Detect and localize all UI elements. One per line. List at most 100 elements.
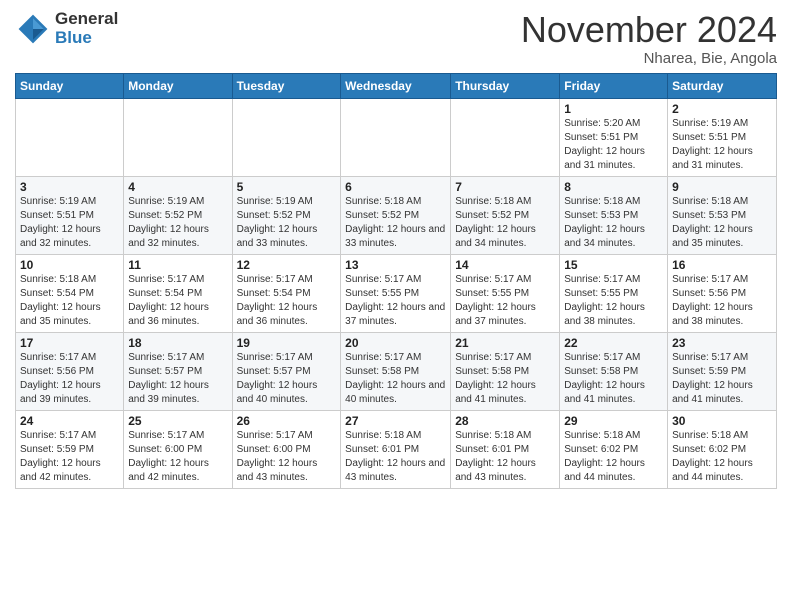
day-number: 28 [455, 414, 555, 428]
day-cell: 25Sunrise: 5:17 AM Sunset: 6:00 PM Dayli… [124, 410, 232, 488]
week-row-2: 3Sunrise: 5:19 AM Sunset: 5:51 PM Daylig… [16, 176, 777, 254]
day-info: Sunrise: 5:18 AM Sunset: 5:52 PM Dayligh… [345, 195, 446, 251]
day-info: Sunrise: 5:20 AM Sunset: 5:51 PM Dayligh… [564, 117, 663, 173]
day-number: 25 [128, 414, 227, 428]
weekday-header-wednesday: Wednesday [341, 73, 451, 98]
day-number: 6 [345, 180, 446, 194]
day-cell: 1Sunrise: 5:20 AM Sunset: 5:51 PM Daylig… [560, 98, 668, 176]
day-number: 14 [455, 258, 555, 272]
day-number: 12 [237, 258, 337, 272]
logo-general: General [55, 10, 118, 29]
day-info: Sunrise: 5:17 AM Sunset: 5:56 PM Dayligh… [20, 351, 119, 407]
day-cell: 17Sunrise: 5:17 AM Sunset: 5:56 PM Dayli… [16, 332, 124, 410]
day-info: Sunrise: 5:17 AM Sunset: 5:59 PM Dayligh… [672, 351, 772, 407]
day-cell: 21Sunrise: 5:17 AM Sunset: 5:58 PM Dayli… [451, 332, 560, 410]
day-number: 1 [564, 102, 663, 116]
weekday-header-friday: Friday [560, 73, 668, 98]
week-row-1: 1Sunrise: 5:20 AM Sunset: 5:51 PM Daylig… [16, 98, 777, 176]
day-number: 24 [20, 414, 119, 428]
day-cell: 10Sunrise: 5:18 AM Sunset: 5:54 PM Dayli… [16, 254, 124, 332]
page: General Blue November 2024 Nharea, Bie, … [0, 0, 792, 612]
logo-blue: Blue [55, 29, 118, 48]
day-info: Sunrise: 5:17 AM Sunset: 5:58 PM Dayligh… [455, 351, 555, 407]
day-info: Sunrise: 5:17 AM Sunset: 6:00 PM Dayligh… [237, 429, 337, 485]
day-cell [16, 98, 124, 176]
day-cell: 30Sunrise: 5:18 AM Sunset: 6:02 PM Dayli… [668, 410, 777, 488]
day-cell: 12Sunrise: 5:17 AM Sunset: 5:54 PM Dayli… [232, 254, 341, 332]
day-number: 16 [672, 258, 772, 272]
day-info: Sunrise: 5:17 AM Sunset: 6:00 PM Dayligh… [128, 429, 227, 485]
day-info: Sunrise: 5:18 AM Sunset: 6:01 PM Dayligh… [455, 429, 555, 485]
week-row-5: 24Sunrise: 5:17 AM Sunset: 5:59 PM Dayli… [16, 410, 777, 488]
day-info: Sunrise: 5:17 AM Sunset: 5:54 PM Dayligh… [237, 273, 337, 329]
day-cell: 16Sunrise: 5:17 AM Sunset: 5:56 PM Dayli… [668, 254, 777, 332]
day-number: 3 [20, 180, 119, 194]
day-cell: 9Sunrise: 5:18 AM Sunset: 5:53 PM Daylig… [668, 176, 777, 254]
day-number: 15 [564, 258, 663, 272]
day-number: 22 [564, 336, 663, 350]
day-info: Sunrise: 5:19 AM Sunset: 5:52 PM Dayligh… [237, 195, 337, 251]
day-info: Sunrise: 5:17 AM Sunset: 5:56 PM Dayligh… [672, 273, 772, 329]
weekday-header-tuesday: Tuesday [232, 73, 341, 98]
day-info: Sunrise: 5:17 AM Sunset: 5:55 PM Dayligh… [345, 273, 446, 329]
day-number: 8 [564, 180, 663, 194]
month-title: November 2024 [521, 10, 777, 50]
day-info: Sunrise: 5:17 AM Sunset: 5:55 PM Dayligh… [564, 273, 663, 329]
day-info: Sunrise: 5:18 AM Sunset: 5:52 PM Dayligh… [455, 195, 555, 251]
title-block: November 2024 Nharea, Bie, Angola [521, 10, 777, 67]
day-info: Sunrise: 5:18 AM Sunset: 6:01 PM Dayligh… [345, 429, 446, 485]
day-cell: 28Sunrise: 5:18 AM Sunset: 6:01 PM Dayli… [451, 410, 560, 488]
day-cell: 13Sunrise: 5:17 AM Sunset: 5:55 PM Dayli… [341, 254, 451, 332]
day-info: Sunrise: 5:17 AM Sunset: 5:59 PM Dayligh… [20, 429, 119, 485]
location-title: Nharea, Bie, Angola [521, 50, 777, 67]
day-info: Sunrise: 5:18 AM Sunset: 6:02 PM Dayligh… [672, 429, 772, 485]
day-info: Sunrise: 5:19 AM Sunset: 5:51 PM Dayligh… [672, 117, 772, 173]
day-number: 21 [455, 336, 555, 350]
day-cell: 29Sunrise: 5:18 AM Sunset: 6:02 PM Dayli… [560, 410, 668, 488]
day-info: Sunrise: 5:18 AM Sunset: 6:02 PM Dayligh… [564, 429, 663, 485]
logo-text: General Blue [55, 10, 118, 47]
day-number: 9 [672, 180, 772, 194]
day-number: 29 [564, 414, 663, 428]
week-row-3: 10Sunrise: 5:18 AM Sunset: 5:54 PM Dayli… [16, 254, 777, 332]
day-number: 18 [128, 336, 227, 350]
weekday-header-thursday: Thursday [451, 73, 560, 98]
day-info: Sunrise: 5:17 AM Sunset: 5:54 PM Dayligh… [128, 273, 227, 329]
day-number: 27 [345, 414, 446, 428]
week-row-4: 17Sunrise: 5:17 AM Sunset: 5:56 PM Dayli… [16, 332, 777, 410]
weekday-header-sunday: Sunday [16, 73, 124, 98]
logo-icon [15, 11, 51, 47]
day-info: Sunrise: 5:17 AM Sunset: 5:57 PM Dayligh… [237, 351, 337, 407]
day-number: 30 [672, 414, 772, 428]
day-info: Sunrise: 5:17 AM Sunset: 5:55 PM Dayligh… [455, 273, 555, 329]
day-cell: 14Sunrise: 5:17 AM Sunset: 5:55 PM Dayli… [451, 254, 560, 332]
day-cell: 3Sunrise: 5:19 AM Sunset: 5:51 PM Daylig… [16, 176, 124, 254]
day-number: 10 [20, 258, 119, 272]
day-number: 11 [128, 258, 227, 272]
day-cell: 4Sunrise: 5:19 AM Sunset: 5:52 PM Daylig… [124, 176, 232, 254]
day-cell: 24Sunrise: 5:17 AM Sunset: 5:59 PM Dayli… [16, 410, 124, 488]
day-info: Sunrise: 5:17 AM Sunset: 5:57 PM Dayligh… [128, 351, 227, 407]
weekday-header-monday: Monday [124, 73, 232, 98]
day-number: 4 [128, 180, 227, 194]
day-cell: 20Sunrise: 5:17 AM Sunset: 5:58 PM Dayli… [341, 332, 451, 410]
day-info: Sunrise: 5:19 AM Sunset: 5:51 PM Dayligh… [20, 195, 119, 251]
day-cell: 8Sunrise: 5:18 AM Sunset: 5:53 PM Daylig… [560, 176, 668, 254]
day-number: 19 [237, 336, 337, 350]
calendar-table: SundayMondayTuesdayWednesdayThursdayFrid… [15, 73, 777, 489]
day-cell: 7Sunrise: 5:18 AM Sunset: 5:52 PM Daylig… [451, 176, 560, 254]
day-info: Sunrise: 5:17 AM Sunset: 5:58 PM Dayligh… [564, 351, 663, 407]
day-cell: 27Sunrise: 5:18 AM Sunset: 6:01 PM Dayli… [341, 410, 451, 488]
day-cell: 19Sunrise: 5:17 AM Sunset: 5:57 PM Dayli… [232, 332, 341, 410]
weekday-header-saturday: Saturday [668, 73, 777, 98]
day-cell: 15Sunrise: 5:17 AM Sunset: 5:55 PM Dayli… [560, 254, 668, 332]
day-cell: 18Sunrise: 5:17 AM Sunset: 5:57 PM Dayli… [124, 332, 232, 410]
day-number: 17 [20, 336, 119, 350]
day-cell: 2Sunrise: 5:19 AM Sunset: 5:51 PM Daylig… [668, 98, 777, 176]
day-number: 7 [455, 180, 555, 194]
day-number: 13 [345, 258, 446, 272]
day-cell [232, 98, 341, 176]
day-cell: 11Sunrise: 5:17 AM Sunset: 5:54 PM Dayli… [124, 254, 232, 332]
header: General Blue November 2024 Nharea, Bie, … [15, 10, 777, 67]
day-cell: 22Sunrise: 5:17 AM Sunset: 5:58 PM Dayli… [560, 332, 668, 410]
